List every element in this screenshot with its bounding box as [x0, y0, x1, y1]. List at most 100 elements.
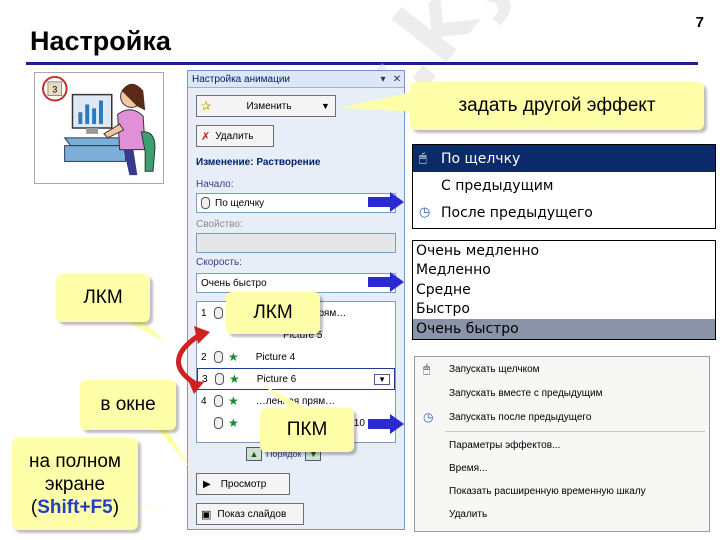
mouse-icon [214, 395, 223, 407]
property-combo [196, 233, 396, 253]
slideshow-icon: ▣ [201, 508, 212, 521]
callout-fullscreen: на полном экране (Shift+F5) [12, 438, 138, 530]
clock-icon: ◷ [423, 410, 434, 424]
dropdown-item-label: Средне [416, 281, 471, 298]
start-combo[interactable]: По щелчку [196, 193, 396, 213]
paren-close: ) [112, 496, 120, 518]
chevron-down-icon[interactable]: ▼ [374, 373, 390, 385]
change-effect-button[interactable]: ✰ Изменить ▼ [196, 95, 336, 117]
close-icon[interactable]: ✕ [390, 74, 404, 85]
callout-in-window: в окне [80, 380, 176, 430]
mouse-icon [214, 351, 223, 363]
start-label: Начало: [196, 179, 234, 190]
menu-item-effect-options[interactable]: Параметры эффектов... [415, 434, 709, 457]
star-icon: ★ [229, 372, 240, 386]
list-item-number: 1 [201, 307, 207, 319]
blue-arrow-icon [368, 272, 404, 292]
slide-number: 7 [695, 14, 704, 31]
menu-item-start-after-previous[interactable]: ◷ Запускать после предыдущего [415, 405, 709, 429]
speed-combo[interactable]: Очень быстро [196, 273, 396, 293]
list-item-name: …ленная прям… [255, 395, 336, 407]
star-icon: ✰ [201, 99, 212, 113]
list-item-number: 2 [201, 351, 207, 363]
menu-item-label: Параметры эффектов... [449, 440, 561, 451]
blue-arrow-icon [368, 414, 404, 434]
callout-text: ЛКМ [83, 287, 123, 308]
slideshow-label: Показ слайдов [217, 508, 287, 520]
speed-combo-value: Очень быстро [201, 277, 267, 289]
callout-other-effect: задать другой эффект [410, 82, 704, 130]
callout-text: в окне [100, 394, 156, 415]
list-item-number: 4 [201, 395, 207, 407]
dropdown-item[interactable]: Средне [413, 280, 715, 300]
dropdown-item-label: С предыдущим [441, 177, 554, 194]
list-item-name: Picture 6 [256, 373, 297, 385]
menu-item-label: Показать расширенную временную шкалу [449, 486, 646, 497]
dropdown-item-label: Медленно [416, 262, 491, 279]
effect-heading: Изменение: Растворение [196, 157, 321, 168]
dropdown-item-after-previous[interactable]: ◷ После предыдущего [413, 199, 715, 226]
pane-menu-icon[interactable]: ▾ [376, 74, 390, 85]
callout-text: задать другой эффект [458, 95, 656, 116]
callout-text: ПКМ [286, 419, 328, 440]
start-combo-value: По щелчку [215, 197, 265, 209]
list-item-selected[interactable]: 3 ★ Picture 6 ▼ [197, 368, 395, 390]
dropdown-item-label: Очень медленно [416, 242, 540, 259]
dropdown-item-with-previous[interactable]: С предыдущим [413, 172, 715, 199]
dropdown-item[interactable]: Быстро [413, 300, 715, 320]
delete-icon: ✗ [201, 130, 211, 143]
dropdown-item-label: Очень быстро [416, 320, 519, 337]
slideshow-button[interactable]: ▣ Показ слайдов [196, 503, 304, 525]
list-item-number: 3 [202, 373, 208, 385]
callout-lmb-middle: ЛКМ [226, 292, 320, 334]
delete-effect-button[interactable]: ✗ Удалить [196, 125, 274, 147]
callout-text: на полном [29, 450, 121, 472]
menu-divider [445, 431, 705, 432]
property-label: Свойство: [196, 219, 243, 230]
callout-text: экране [44, 473, 106, 495]
context-menu: 🖱 Запускать щелчком Запускать вместе с п… [414, 356, 710, 532]
dropdown-item-selected[interactable]: Очень быстро [413, 319, 715, 339]
speed-label: Скорость: [196, 257, 242, 268]
move-up-icon[interactable]: ▲ [246, 447, 262, 461]
callout-lmb-left: ЛКМ [56, 274, 150, 322]
mouse-icon [215, 373, 224, 385]
slide-title: Настройка [30, 26, 171, 56]
menu-item-label: Удалить [449, 509, 488, 520]
preview-button[interactable]: ▶ Просмотр [196, 473, 290, 495]
menu-item-show-timeline[interactable]: Показать расширенную временную шкалу [415, 480, 709, 503]
dropdown-item[interactable]: Очень медленно [413, 241, 715, 261]
menu-item-label: Запускать после предыдущего [449, 411, 592, 423]
speed-dropdown: Очень медленно Медленно Средне Быстро Оч… [412, 240, 716, 340]
dropdown-item-label: После предыдущего [441, 204, 593, 221]
task-pane-title: Настройка анимации [192, 73, 291, 85]
callout-rmb: ПКМ [260, 408, 354, 452]
task-pane-header: Настройка анимации ▾ ✕ [188, 71, 404, 88]
callout-shortcut-line: (Shift+F5) [31, 496, 119, 519]
dropdown-item[interactable]: Медленно [413, 261, 715, 281]
dropdown-item-label: По щелчку [441, 150, 521, 167]
mouse-icon [201, 197, 210, 209]
dropdown-item-label: Быстро [416, 301, 470, 318]
menu-item-start-with-previous[interactable]: Запускать вместе с предыдущим [415, 381, 709, 405]
callout-text: ЛКМ [253, 302, 293, 323]
menu-item-timing[interactable]: Время... [415, 457, 709, 480]
clock-icon: ◷ [419, 205, 431, 220]
blue-arrow-icon [368, 192, 404, 212]
list-item[interactable]: 2 ★ Picture 4 [197, 346, 395, 368]
play-icon: ▶ [203, 478, 211, 490]
chevron-down-icon: ▼ [321, 101, 330, 111]
menu-item-start-on-click[interactable]: 🖱 Запускать щелчком [415, 357, 709, 381]
delete-effect-label: Удалить [215, 130, 254, 142]
star-icon: ★ [228, 350, 239, 364]
clipart-badge-number: 3 [52, 85, 57, 95]
mouse-icon [214, 307, 223, 319]
menu-item-remove[interactable]: Удалить [415, 503, 709, 526]
mouse-icon [214, 417, 223, 429]
computer-user-clipart: 3 [34, 72, 164, 184]
dropdown-item-on-click[interactable]: 🖱 По щелчку [413, 145, 715, 172]
mouse-icon: 🖱 [419, 151, 427, 166]
start-dropdown: 🖱 По щелчку С предыдущим ◷ После предыду… [412, 144, 716, 229]
change-effect-label: Изменить [246, 100, 292, 112]
keyboard-shortcut: Shift+F5 [37, 496, 113, 518]
